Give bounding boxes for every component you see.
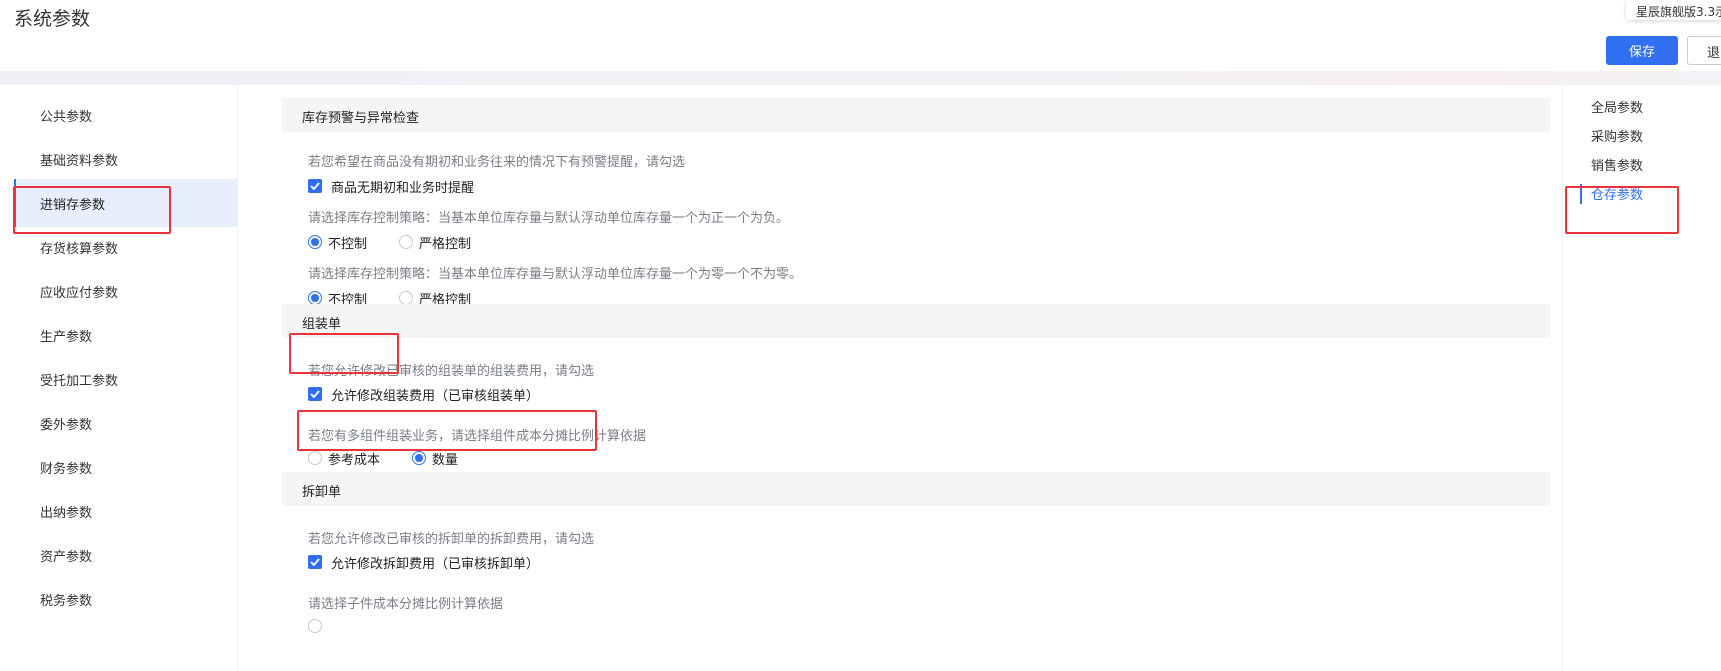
disassembly-cost-checkbox[interactable] xyxy=(308,555,322,569)
radio-selected-icon[interactable] xyxy=(308,235,322,249)
disassembly-cost-description: 若您允许修改已审核的拆卸单的拆卸费用，请勾选 xyxy=(308,532,595,547)
assembly-allocation-option-quantity[interactable]: 数量 xyxy=(412,449,458,468)
anchor-global-params[interactable]: 全局参数 xyxy=(1591,97,1643,116)
stock-policy-1-radio-group: 不控制 严格控制 xyxy=(308,232,503,252)
anchor-active-indicator xyxy=(1580,184,1582,204)
anchor-sales-params[interactable]: 销售参数 xyxy=(1591,155,1643,174)
header-divider xyxy=(0,71,1721,85)
sidebar-item-cashier[interactable]: 出纳参数 xyxy=(14,487,238,535)
sidebar-item-basic-data[interactable]: 基础资料参数 xyxy=(14,135,238,183)
top-bar: 系统参数 星辰旗舰版3.3示 保存 退 xyxy=(0,0,1721,76)
sidebar-item-receivable-payable[interactable]: 应收应付参数 xyxy=(14,267,238,315)
sidebar-item-consigned-processing[interactable]: 受托加工参数 xyxy=(14,355,238,403)
check-icon xyxy=(310,558,320,566)
radio-unselected-icon[interactable] xyxy=(399,291,414,305)
stock-policy-1-option-none[interactable]: 不控制 xyxy=(308,233,367,252)
radio-label: 参考成本 xyxy=(328,452,381,468)
radio-unselected-icon[interactable] xyxy=(308,451,322,465)
radio-unselected-icon[interactable] xyxy=(308,619,322,633)
disassembly-allocation-option[interactable] xyxy=(308,619,328,633)
sidebar-item-tax[interactable]: 税务参数 xyxy=(14,575,238,623)
sidebar-item-finance[interactable]: 财务参数 xyxy=(14,443,238,491)
disassembly-allocation-radio-group xyxy=(308,616,360,636)
radio-label: 不控制 xyxy=(328,236,368,252)
radio-label: 数量 xyxy=(432,452,459,468)
radio-unselected-icon[interactable] xyxy=(399,235,414,249)
assembly-cost-option: 允许修改组装费用（已审核组装单） xyxy=(308,384,539,404)
anchor-purchase-params[interactable]: 采购参数 xyxy=(1591,126,1643,145)
section-header-inventory-warning: 库存预警与异常检查 xyxy=(282,98,1550,132)
save-button[interactable]: 保存 xyxy=(1606,36,1678,65)
sidebar-item-inventory-costing[interactable]: 存货核算参数 xyxy=(14,223,238,271)
inventory-warning-checkbox-label: 商品无期初和业务时提醒 xyxy=(331,180,475,196)
inventory-warning-checkbox[interactable] xyxy=(308,179,322,193)
edition-badge: 星辰旗舰版3.3示 xyxy=(1626,0,1721,20)
assembly-allocation-radio-group: 参考成本 数量 xyxy=(308,448,490,468)
anchor-nav: 全局参数 采购参数 销售参数 仓存参数 xyxy=(1562,85,1721,671)
sidebar-item-public[interactable]: 公共参数 xyxy=(14,91,238,139)
sidebar-item-purchase-sales-inventory[interactable]: 进销存参数 xyxy=(14,179,238,227)
check-icon xyxy=(310,390,320,398)
exit-button[interactable]: 退 xyxy=(1687,36,1721,65)
radio-selected-icon[interactable] xyxy=(412,451,427,465)
assembly-cost-checkbox[interactable] xyxy=(308,387,322,401)
page-title: 系统参数 xyxy=(14,8,91,30)
inventory-warning-description: 若您希望在商品没有期初和业务往来的情况下有预警提醒，请勾选 xyxy=(308,155,686,170)
assembly-cost-description: 若您允许修改已审核的组装单的组装费用，请勾选 xyxy=(308,364,595,379)
check-icon xyxy=(310,182,320,190)
sidebar-item-production[interactable]: 生产参数 xyxy=(14,311,238,359)
assembly-cost-checkbox-label: 允许修改组装费用（已审核组装单） xyxy=(331,388,540,404)
assembly-allocation-option-reference-cost[interactable]: 参考成本 xyxy=(308,449,380,468)
anchor-warehouse-params[interactable]: 仓存参数 xyxy=(1591,184,1643,203)
stock-policy-2-description: 请选择库存控制策略：当基本单位库存量与默认浮动单位库存量一个为零一个不为零。 xyxy=(308,267,803,282)
sidebar-item-assets[interactable]: 资产参数 xyxy=(14,531,238,579)
section-header-assembly: 组装单 xyxy=(282,304,1550,338)
sidebar-item-outsourcing[interactable]: 委外参数 xyxy=(14,399,238,447)
disassembly-cost-checkbox-label: 允许修改拆卸费用（已审核拆卸单） xyxy=(331,556,540,572)
radio-label: 严格控制 xyxy=(419,236,472,252)
radio-selected-icon[interactable] xyxy=(308,291,322,305)
stock-policy-1-option-strict[interactable]: 严格控制 xyxy=(399,233,471,252)
inventory-warning-option: 商品无期初和业务时提醒 xyxy=(308,176,474,196)
settings-content: 库存预警与异常检查 若您希望在商品没有期初和业务往来的情况下有预警提醒，请勾选 … xyxy=(270,85,1550,671)
disassembly-cost-option: 允许修改拆卸费用（已审核拆卸单） xyxy=(308,552,539,572)
stock-policy-1-description: 请选择库存控制策略：当基本单位库存量与默认浮动单位库存量一个为正一个为负。 xyxy=(308,211,790,226)
disassembly-allocation-description: 请选择子件成本分摊比例计算依据 xyxy=(308,597,504,612)
left-sidebar: 公共参数 基础资料参数 进销存参数 存货核算参数 应收应付参数 生产参数 受托加… xyxy=(14,85,238,671)
assembly-allocation-description: 若您有多组件组装业务，请选择组件成本分摊比例计算依据 xyxy=(308,429,647,444)
section-header-disassembly: 拆卸单 xyxy=(282,472,1550,506)
